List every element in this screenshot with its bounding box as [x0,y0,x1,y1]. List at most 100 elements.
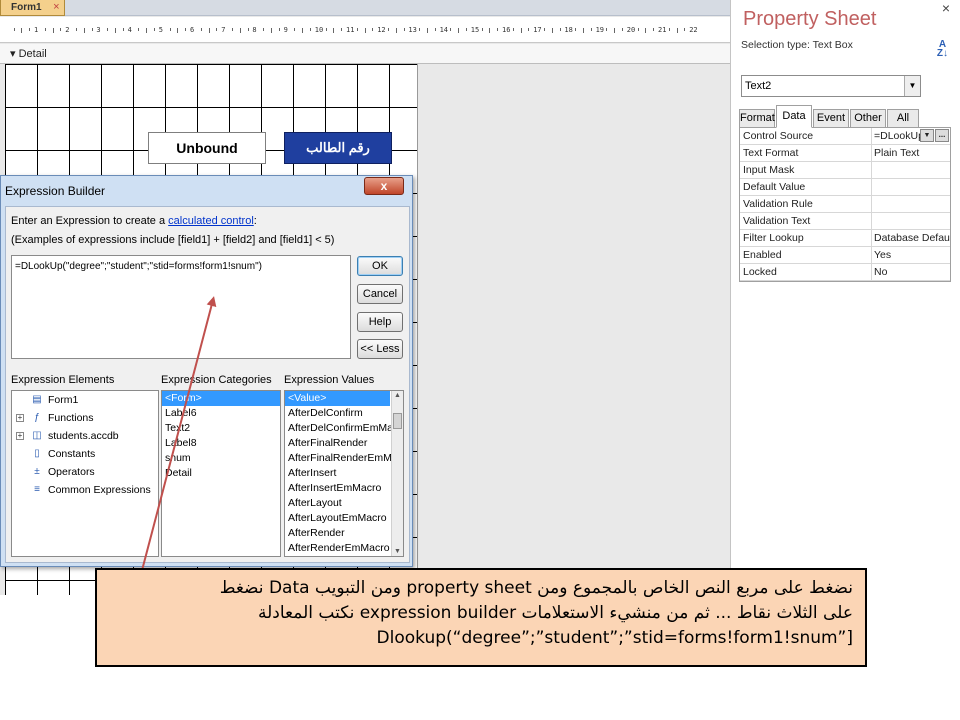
property-value[interactable]: =DLookUp ▼... [872,128,950,144]
detail-section-bar[interactable]: ▾ Detail [0,44,730,64]
tree-item[interactable]: + ◫ students.accdb [12,427,158,445]
chevron-down-icon[interactable]: ▼ [920,129,934,142]
property-value[interactable]: Database Default [872,230,950,246]
cancel-button[interactable]: Cancel [357,284,403,304]
control-selector[interactable]: Text2 ▼ [741,75,921,97]
expression-values-list[interactable]: <Value> AfterDelConfirm AfterDelConfirmEmM… [284,390,404,557]
property-row[interactable]: Validation Text [740,213,950,230]
form-icon: ▤ [32,394,42,405]
property-row[interactable]: Input Mask [740,162,950,179]
dialog-close-button[interactable]: x [364,177,404,195]
property-value[interactable] [872,196,950,212]
value-item[interactable]: AfterDelConfirmEmMacro [285,421,403,436]
value-item[interactable]: AfterRender [285,526,390,541]
ruler-minor-tick [458,28,460,33]
ruler-minor-tick [450,28,452,31]
tree-item[interactable]: ± Operators [12,463,158,481]
tab-form1[interactable]: Form1 × [0,0,65,16]
value-item[interactable]: AfterFinalRender [285,436,390,451]
examples-text: (Examples of expressions include [field1… [11,234,335,246]
value-item[interactable]: AfterInsert [285,466,390,481]
property-value[interactable] [872,213,950,229]
property-value[interactable]: No [872,264,950,280]
ok-button[interactable]: OK [357,256,403,276]
calculated-control-link[interactable]: calculated control [168,215,254,227]
ruler-ticks: 1 2 3 4 5 6 7 8 9 10 11 12 13 14 15 16 17 18 19 20 21 22 [0,17,730,42]
property-row[interactable]: Control Source =DLookUp ▼... [740,128,950,145]
chevron-down-icon[interactable]: ▼ [904,76,920,96]
property-value[interactable] [872,179,950,195]
ruler-tick-label: 13 [408,26,417,34]
property-row[interactable]: Validation Rule [740,196,950,213]
property-sheet-pane: Property Sheet × Selection type: Text Bo… [730,0,960,595]
less-button[interactable]: << Less [357,339,403,359]
student-number-label[interactable]: رقم الطالب [284,132,392,164]
ruler-tick-label: 18 [564,26,573,34]
property-row[interactable]: Filter Lookup Database Default [740,230,950,247]
category-item[interactable]: Label6 [162,406,280,421]
ruler-minor-tick [138,28,140,31]
tree-item[interactable]: + ƒ Functions [12,409,158,427]
ruler-minor-tick [52,28,54,33]
value-item[interactable]: AfterLayout [285,496,390,511]
value-item[interactable]: AfterDelConfirm [285,406,390,421]
ruler-minor-tick [395,28,397,33]
tab-other[interactable]: Other [850,109,886,128]
expression-elements-tree[interactable]: ▤ Form1 + ƒ Functions + ◫ students.accdb ▯ Consta… [11,390,159,557]
category-item[interactable]: Label8 [162,436,280,451]
expression-categories-list[interactable]: <Form> Label6 Text2 Label8 snum Detail [161,390,281,557]
tree-item[interactable]: ≡ Common Expressions [12,481,158,499]
design-background [417,64,730,595]
ruler-minor-tick [575,28,577,31]
category-item[interactable]: snum [162,451,280,466]
expand-icon[interactable]: + [16,414,24,422]
tab-event[interactable]: Event [813,109,849,128]
property-grid: Control Source =DLookUp ▼... Text Format Pla… [739,127,951,282]
dialog-body: Enter an Expression to create a calculat… [5,206,410,563]
ruler-minor-tick [107,28,109,31]
tab-form1-label: Form1 [11,2,42,13]
scroll-thumb[interactable] [393,413,402,429]
sort-icon[interactable]: A Z↓ [937,40,948,59]
ruler-minor-tick [559,28,561,31]
tree-item-label: Constants [48,448,96,460]
property-value[interactable] [872,162,950,178]
ruler-tick-label: 16 [502,26,511,34]
value-item[interactable]: <Value> [285,391,390,406]
ruler-minor-tick [122,28,124,31]
ruler-tick-label: 3 [96,26,101,34]
scroll-down-icon[interactable]: ▼ [394,548,401,555]
tab-format[interactable]: Format [739,109,775,128]
ruler-minor-tick [154,28,155,31]
unbound-textbox[interactable]: Unbound [148,132,266,164]
category-item[interactable]: Text2 [162,421,280,436]
tab-all[interactable]: All [887,109,919,128]
property-row[interactable]: Text Format Plain Text [740,145,950,162]
scroll-up-icon[interactable]: ▲ [394,392,401,399]
property-row[interactable]: Enabled Yes [740,247,950,264]
section-marker-icon: ▾ [10,48,19,60]
ruler-tick-label: 15 [470,26,480,34]
tab-close-icon[interactable]: × [53,0,59,15]
value-item[interactable]: AfterFinalRenderEmMacr [285,451,403,466]
build-button[interactable]: ... [935,129,949,142]
category-item[interactable]: Detail [162,466,280,481]
property-row[interactable]: Default Value [740,179,950,196]
help-button[interactable]: Help [357,312,403,332]
property-value[interactable]: Yes [872,247,950,263]
tree-item[interactable]: ▤ Form1 [12,391,158,409]
value-item[interactable]: AfterLayoutEmMacro [285,511,390,526]
property-value[interactable]: Plain Text [872,145,950,161]
value-item[interactable]: AfterRenderEmMacro [285,541,390,556]
category-item[interactable]: <Form> [162,391,280,406]
expression-input[interactable]: =DLookUp("degree";"student";"stid=forms!… [11,255,351,359]
ruler-minor-tick [200,28,202,31]
property-row[interactable]: Locked No [740,264,950,281]
property-sheet-close-icon[interactable]: × [942,0,950,16]
value-item[interactable]: AfterInsertEmMacro [285,481,390,496]
tab-data[interactable]: Data [776,105,812,128]
tree-item[interactable]: ▯ Constants [12,445,158,463]
values-scrollbar[interactable]: ▲ ▼ [391,391,403,556]
expand-icon[interactable]: + [16,432,24,440]
ruler-minor-tick [115,28,116,33]
